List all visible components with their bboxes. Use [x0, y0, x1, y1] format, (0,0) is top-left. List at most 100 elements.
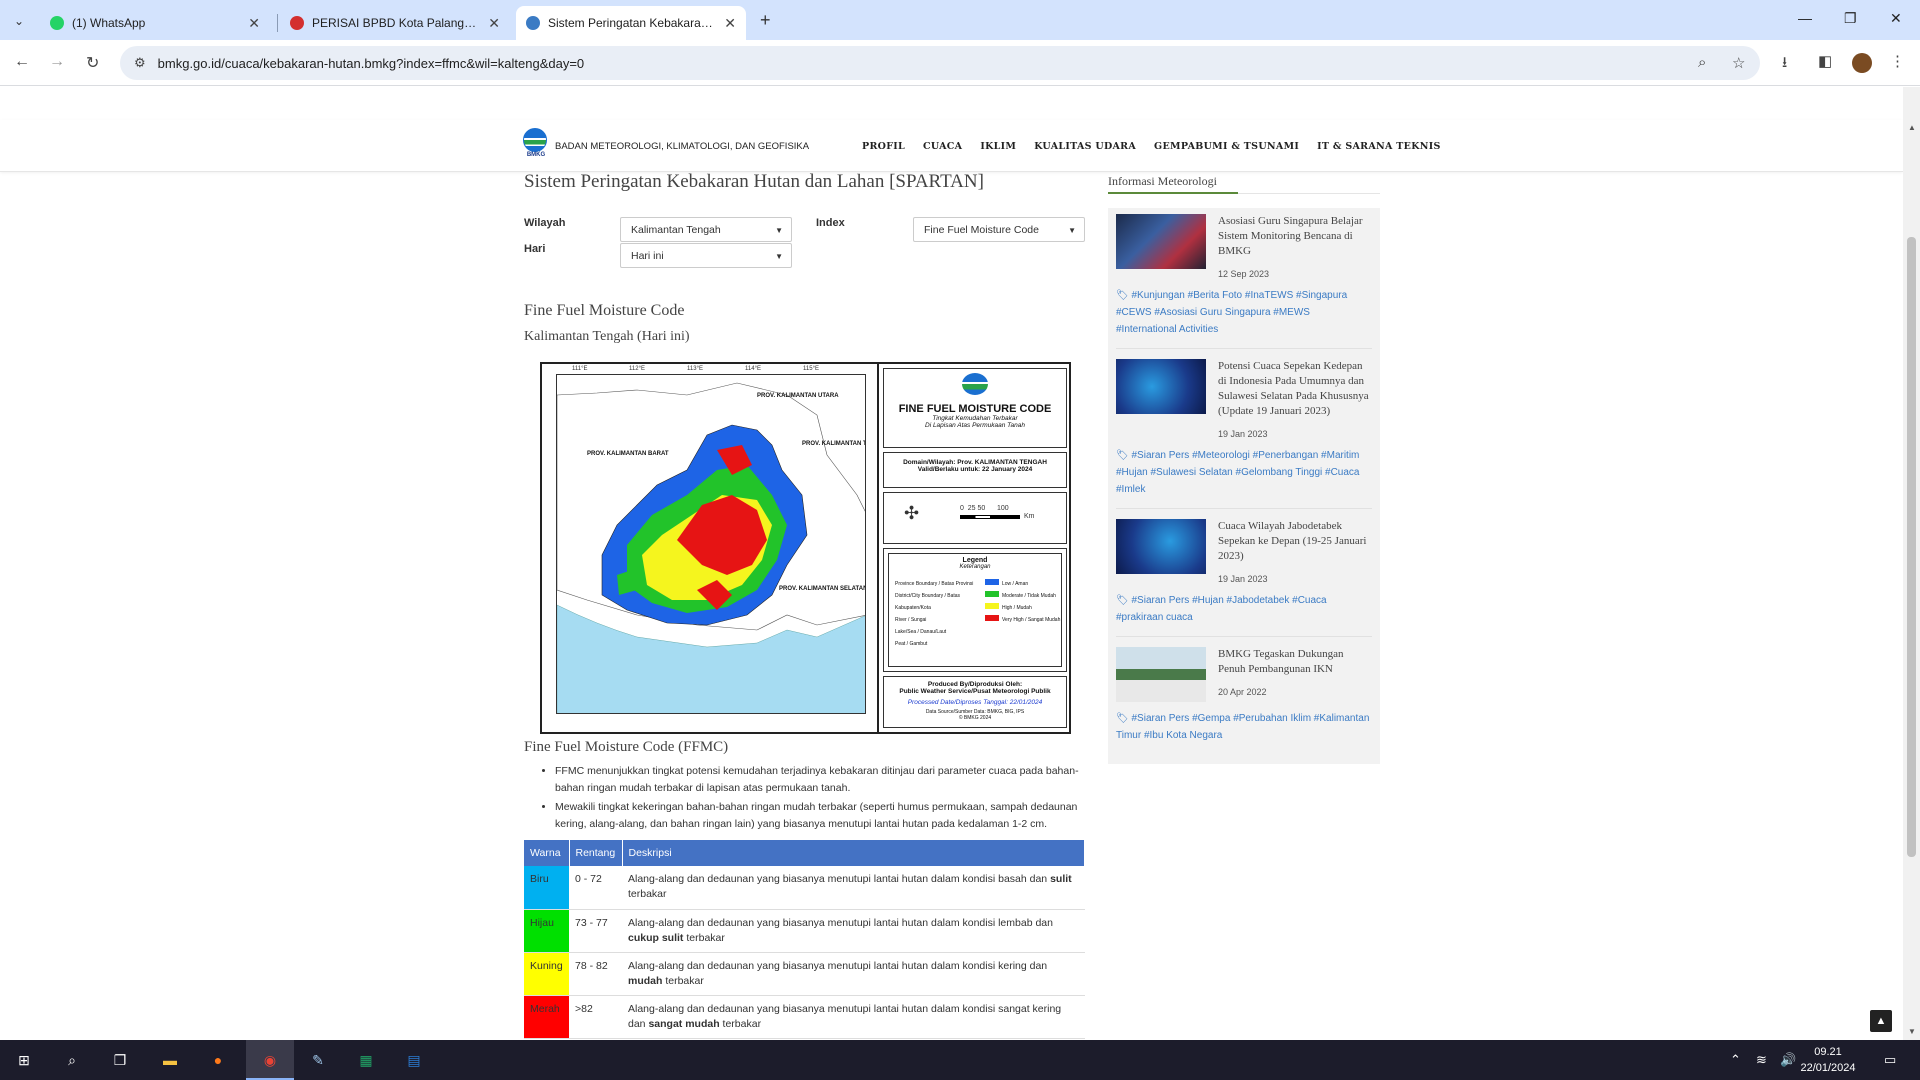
map-processed: Processed Date/Diproses Tanggal: 22/01/2…: [907, 699, 1043, 706]
cell-color: Hijau: [524, 909, 569, 953]
main-nav: PROFIL CUACA IKLIM KUALITAS UDARA GEMPAB…: [862, 141, 1441, 152]
nav-kualitas-udara[interactable]: KUALITAS UDARA: [1034, 141, 1136, 152]
cell-range: 73 - 77: [569, 909, 622, 953]
nav-gempabumi[interactable]: GEMPABUMI & TSUNAMI: [1154, 141, 1299, 152]
lon-tick: 112°E: [629, 366, 645, 372]
scroll-thumb[interactable]: [1907, 237, 1916, 857]
section-subtitle: Kalimantan Tengah (Hari ini): [524, 329, 690, 344]
scroll-down-icon[interactable]: ▼: [1908, 1027, 1916, 1036]
news-title[interactable]: Asosiasi Guru Singapura Belajar Sistem M…: [1218, 214, 1372, 259]
paint-icon[interactable]: ✎: [306, 1048, 330, 1072]
news-thumbnail[interactable]: [1116, 647, 1206, 702]
file-explorer-icon[interactable]: ▬: [158, 1048, 182, 1072]
news-thumbnail[interactable]: [1116, 359, 1206, 414]
network-icon[interactable]: ≋: [1756, 1052, 1767, 1068]
legend-item: Low / Aman: [1002, 581, 1029, 587]
close-tab-icon[interactable]: ✕: [248, 15, 260, 32]
tag-icon: 🏷: [1116, 713, 1132, 724]
download-icon[interactable]: ⭳: [1782, 52, 1787, 77]
org-name[interactable]: BADAN METEOROLOGI, KLIMATOLOGI, DAN GEOF…: [555, 141, 809, 152]
menu-kebab-icon[interactable]: ⋮: [1890, 52, 1905, 70]
news-title[interactable]: Potensi Cuaca Sepekan Kedepan di Indones…: [1218, 359, 1372, 419]
windows-start-icon[interactable]: ⊞: [12, 1048, 36, 1072]
map-title-box: FINE FUEL MOISTURE CODE Tingkat Kemudaha…: [883, 368, 1067, 448]
bmkg-favicon-icon: [526, 16, 540, 30]
tab-spartan[interactable]: Sistem Peringatan Kebakaran H ✕: [516, 6, 746, 40]
map-title: FINE FUEL MOISTURE CODE: [898, 403, 1052, 415]
task-view-icon[interactable]: ❐: [108, 1048, 132, 1072]
cell-color: Merah: [524, 995, 569, 1039]
news-tags[interactable]: 🏷 #Siaran Pers #Hujan #Jabodetabek #Cuac…: [1116, 592, 1372, 626]
tab-search-icon[interactable]: ⌄: [8, 10, 30, 32]
excel-icon[interactable]: ▦: [354, 1048, 378, 1072]
chevron-down-icon: ▼: [775, 252, 783, 261]
map-valid: Valid/Berlaku untuk: 22 January 2024: [917, 466, 1033, 473]
wilayah-select[interactable]: Kalimantan Tengah ▼: [620, 217, 792, 242]
bookmark-star-icon[interactable]: ☆: [1732, 54, 1745, 72]
cell-desc: Alang-alang dan dedaunan yang biasanya m…: [622, 995, 1085, 1039]
restore-icon[interactable]: ❐: [1844, 10, 1857, 27]
nav-it-sarana[interactable]: IT & SARANA TEKNIS: [1317, 141, 1441, 152]
news-title[interactable]: BMKG Tegaskan Dukungan Penuh Pembangunan…: [1218, 647, 1372, 677]
index-select[interactable]: Fine Fuel Moisture Code ▼: [913, 217, 1085, 242]
clock[interactable]: 09.21 22/01/2024: [1796, 1044, 1860, 1076]
news-thumbnail[interactable]: [1116, 214, 1206, 269]
ffmc-table: Warna Rentang Deskripsi Biru 0 - 72 Alan…: [524, 840, 1085, 1039]
profile-avatar[interactable]: [1852, 53, 1872, 73]
ffmc-heading: Fine Fuel Moisture Code (FFMC): [524, 739, 729, 755]
map-producer: Public Weather Service/Pusat Meteorologi…: [899, 688, 1051, 695]
hari-select[interactable]: Hari ini ▼: [620, 243, 792, 268]
chevron-down-icon: ▼: [1068, 226, 1076, 235]
minimize-icon[interactable]: —: [1798, 10, 1812, 26]
volume-icon[interactable]: 🔊: [1780, 1052, 1796, 1068]
close-tab-icon[interactable]: ✕: [488, 15, 500, 32]
chrome-icon[interactable]: ◉: [258, 1048, 282, 1072]
nav-profil[interactable]: PROFIL: [862, 141, 905, 152]
bmkg-logo[interactable]: BMKG: [523, 128, 549, 162]
map-domain: Domain/Wilayah: Prov. KALIMANTAN TENGAH: [903, 459, 1047, 466]
close-window-icon[interactable]: ✕: [1890, 10, 1902, 27]
page-viewport: BMKG BADAN METEOROLOGI, KLIMATOLOGI, DAN…: [0, 87, 1920, 1040]
news-tags[interactable]: 🏷 #Siaran Pers #Meteorologi #Penerbangan…: [1116, 447, 1372, 498]
legend-item: Province Boundary / Batas Provinsi: [895, 581, 974, 587]
nav-cuaca[interactable]: CUACA: [923, 141, 962, 152]
browser-tabstrip: ⌄ (1) WhatsApp ✕ PERISAI BPBD Kota Palan…: [0, 0, 1920, 40]
bullet-item: Mewakili tingkat kekeringan bahan-bahan …: [555, 799, 1080, 833]
news-tags[interactable]: 🏷 #Kunjungan #Berita Foto #InaTEWS #Sing…: [1116, 287, 1372, 338]
word-icon[interactable]: ▤: [402, 1048, 426, 1072]
back-icon[interactable]: ←: [14, 53, 30, 71]
scroll-up-icon[interactable]: ▲: [1908, 123, 1916, 132]
new-tab-button[interactable]: +: [760, 10, 771, 31]
sidebar: Informasi Meteorologi Asosiasi Guru Sing…: [1108, 174, 1380, 764]
address-bar[interactable]: ⚙ bmkg.go.id/cuaca/kebakaran-hutan.bmkg?…: [120, 46, 1760, 80]
tab-perisai[interactable]: PERISAI BPBD Kota Palangka Ra ✕: [280, 6, 510, 40]
search-icon[interactable]: ⌕: [60, 1048, 84, 1072]
sidebar-heading-text: Informasi Meteorologi: [1108, 174, 1217, 188]
news-title[interactable]: Cuaca Wilayah Jabodetabek Sepekan ke Dep…: [1218, 519, 1372, 564]
news-item: BMKG Tegaskan Dukungan Penuh Pembangunan…: [1116, 647, 1372, 754]
news-tags[interactable]: 🏷 #Siaran Pers #Gempa #Perubahan Iklim #…: [1116, 710, 1372, 744]
firefox-icon[interactable]: ●: [206, 1048, 230, 1072]
side-panel-icon[interactable]: ◧: [1818, 52, 1832, 70]
tab-title: PERISAI BPBD Kota Palangka Ra: [312, 16, 481, 30]
legend-swatch: [985, 579, 999, 585]
tray-chevron-icon[interactable]: ⌃: [1730, 1052, 1741, 1068]
map-sub1: Tingkat Kemudahan Terbakar: [932, 415, 1018, 422]
tab-whatsapp[interactable]: (1) WhatsApp ✕: [40, 6, 270, 40]
zoom-icon[interactable]: ⌕: [1698, 54, 1706, 71]
map-sub2: Di Lapisan Atas Permukaan Tanah: [925, 422, 1025, 429]
url-text[interactable]: bmkg.go.id/cuaca/kebakaran-hutan.bmkg?in…: [158, 56, 585, 71]
page-scrollbar[interactable]: ▲ ▼: [1903, 87, 1920, 1040]
wilayah-label: Wilayah: [524, 217, 566, 229]
label-barat: PROV. KALIMANTAN BARAT: [587, 451, 669, 457]
back-to-top-button[interactable]: ▲: [1870, 1010, 1892, 1032]
reload-icon[interactable]: ↻: [86, 53, 99, 73]
legend-item: District/City Boundary / Batas Kabupaten…: [895, 593, 961, 611]
close-tab-icon[interactable]: ✕: [724, 15, 736, 32]
compass-icon: ✣: [904, 503, 920, 523]
notification-icon[interactable]: ▭: [1884, 1052, 1896, 1068]
news-thumbnail[interactable]: [1116, 519, 1206, 574]
forward-icon[interactable]: →: [49, 53, 65, 71]
nav-iklim[interactable]: IKLIM: [980, 141, 1016, 152]
site-info-icon[interactable]: ⚙: [134, 55, 146, 71]
